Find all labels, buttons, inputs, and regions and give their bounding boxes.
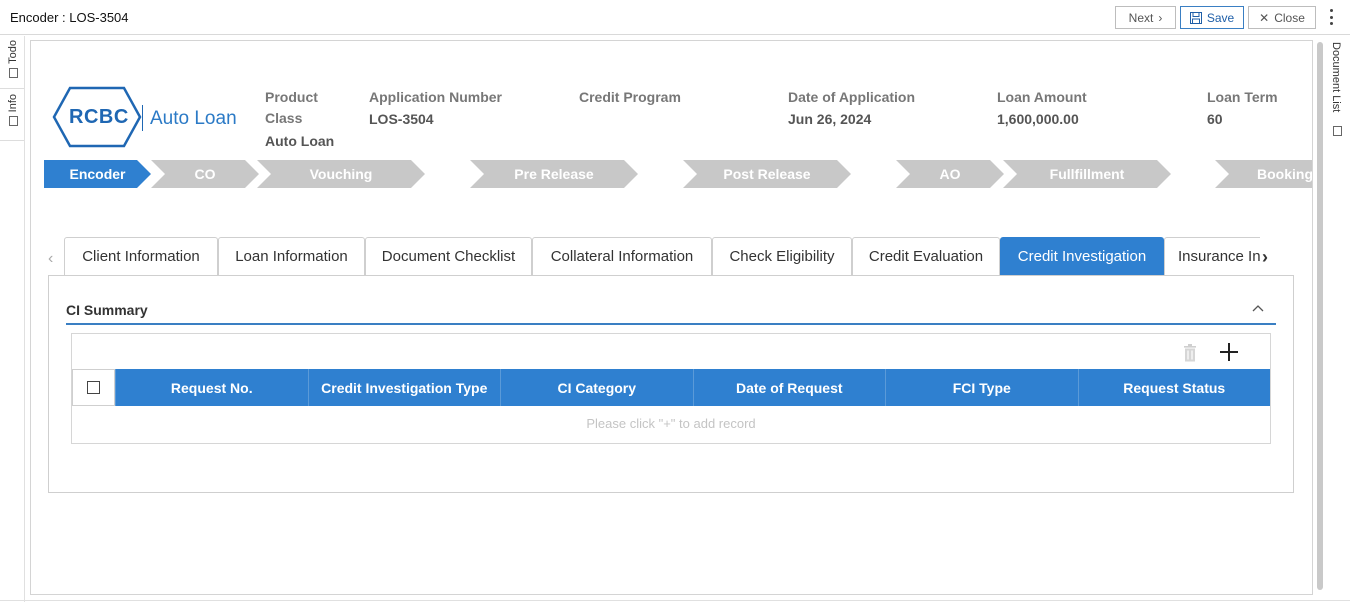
credit-program-label: Credit Program [579,89,681,105]
tab-bar: Client Information Loan Information Docu… [64,237,1260,275]
tab-credit-evaluation[interactable]: Credit Evaluation [852,237,1000,275]
todo-icon [8,67,18,78]
column-credit-investigation-type[interactable]: Credit Investigation Type [307,369,500,406]
add-record-icon[interactable] [1218,341,1240,363]
todo-label: Todo [7,40,19,64]
loan-term-value: 60 [1207,111,1223,127]
grid-header: Request No. Credit Investigation Type CI… [72,369,1270,406]
top-bar: Encoder : LOS-3504 Next › Save ✕ Close [0,0,1350,35]
stage-fullfillment[interactable]: Fullfillment [1003,160,1171,188]
tab-loan-information[interactable]: Loan Information [218,237,365,275]
column-request-status[interactable]: Request Status [1077,369,1270,406]
date-of-application-label: Date of Application [788,89,916,105]
ci-summary-title: CI Summary [66,302,148,318]
trash-icon[interactable] [1183,344,1197,362]
column-request-no[interactable]: Request No. [115,369,308,406]
vertical-scrollbar[interactable] [1317,42,1323,590]
document-list-panel-toggle[interactable]: Document List [1326,36,1350,602]
column-date-of-request[interactable]: Date of Request [692,369,885,406]
date-of-application-value: Jun 26, 2024 [788,111,872,127]
credit-program-field: Credit Program [579,87,681,108]
next-button[interactable]: Next › [1115,6,1176,29]
column-fci-type[interactable]: FCI Type [885,369,1078,406]
stage-ao[interactable]: AO [896,160,1004,188]
info-panel-toggle[interactable]: Info [3,94,23,127]
info-icon [8,116,18,127]
tab-scroll-right-icon[interactable]: › [1262,247,1268,268]
save-label: Save [1206,10,1235,25]
close-button[interactable]: ✕ Close [1248,6,1316,29]
stage-co[interactable]: CO [151,160,259,188]
column-ci-category[interactable]: CI Category [500,369,693,406]
tab-scroll-left-icon[interactable]: ‹ [48,250,53,268]
stage-booking[interactable]: Booking [1215,160,1312,188]
loan-term-label: Loan Term [1207,89,1278,105]
document-list-icon [1333,126,1342,136]
application-number-label: Application Number [369,89,503,105]
select-all-checkbox[interactable] [87,381,100,394]
info-label: Info [7,94,19,113]
grid-empty-message: Please click "+" to add record [586,416,756,431]
tab-client-information[interactable]: Client Information [64,237,218,275]
chevron-right-icon: › [1158,10,1163,25]
chevron-up-icon[interactable] [1252,303,1264,313]
close-label: Close [1274,10,1305,25]
save-button[interactable]: Save [1180,6,1244,29]
document-list-label: Document List [1330,42,1342,113]
left-rail: Todo Info [0,36,25,602]
tab-document-checklist[interactable]: Document Checklist [365,237,532,275]
loan-amount-value: 1,600,000.00 [997,111,1079,127]
application-number-field: Application Number LOS-3504 [369,87,502,127]
close-icon: ✕ [1259,10,1270,25]
stage-post-release[interactable]: Post Release [683,160,851,188]
loan-term-field: Loan Term 60 [1207,87,1278,127]
logo-product: Auto Loan [150,108,237,129]
save-icon [1189,11,1202,24]
application-number-value: LOS-3504 [369,111,434,127]
window-title: Encoder : LOS-3504 [10,10,129,25]
tab-check-eligibility[interactable]: Check Eligibility [712,237,852,275]
workflow-stages: Encoder CO Vouching Pre Release Post Rel… [44,160,1312,188]
loan-amount-field: Loan Amount 1,600,000.00 [997,87,1087,127]
logo-brand: RCBC [69,106,129,128]
section-divider [66,323,1276,325]
select-all-cell [72,369,115,406]
todo-panel-toggle[interactable]: Todo [3,40,23,78]
date-of-application-field: Date of Application Jun 26, 2024 [788,87,915,127]
loan-amount-label: Loan Amount [997,89,1087,105]
tab-collateral-information[interactable]: Collateral Information [532,237,712,275]
tab-insurance-information[interactable]: Insurance In [1164,237,1260,275]
stage-encoder[interactable]: Encoder [44,160,151,188]
product-class-label-2: Class [265,110,303,126]
product-class-field: Product Class Auto Loan [265,87,334,153]
stage-pre-release[interactable]: Pre Release [470,160,638,188]
product-class-label: Product [265,89,318,105]
next-label: Next [1128,10,1154,25]
product-class-value: Auto Loan [265,133,335,149]
stage-vouching[interactable]: Vouching [257,160,425,188]
more-options-icon[interactable] [1325,9,1337,25]
tab-credit-investigation[interactable]: Credit Investigation [1000,237,1164,275]
rcbc-auto-loan-logo: RCBC Auto Loan [52,86,247,148]
